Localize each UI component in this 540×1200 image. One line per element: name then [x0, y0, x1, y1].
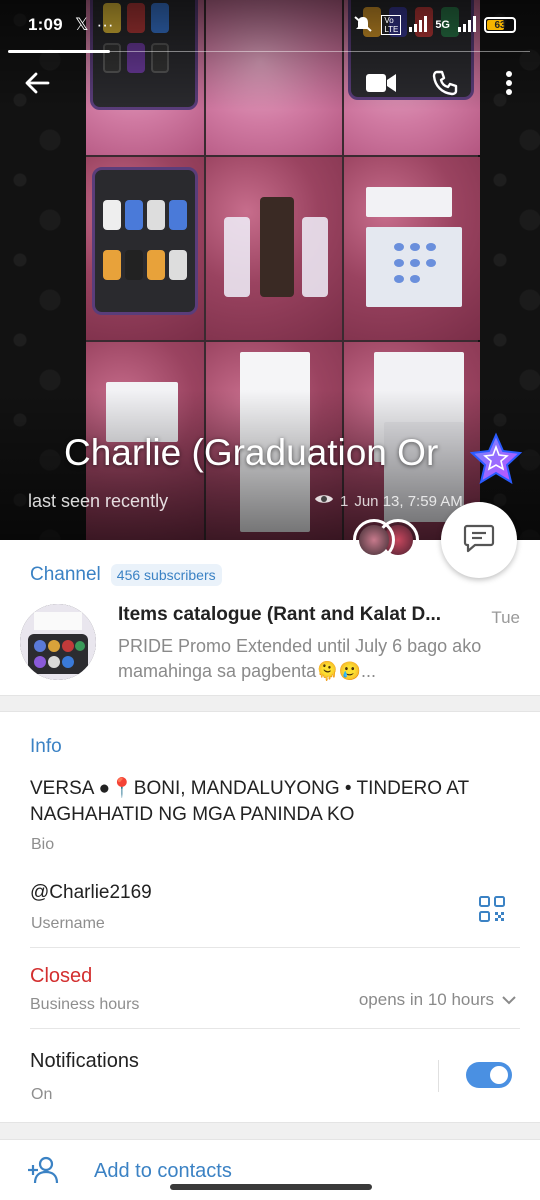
subscriber-count: 456 subscribers	[110, 564, 222, 586]
story-avatars[interactable]	[353, 519, 423, 563]
more-menu-icon[interactable]	[492, 66, 526, 100]
add-to-contacts-label: Add to contacts	[94, 1160, 232, 1182]
message-button[interactable]	[441, 502, 517, 578]
info-title: Info	[30, 736, 62, 757]
username-label: Username	[31, 915, 105, 932]
photo-tile	[206, 157, 342, 340]
app-bar	[0, 58, 540, 108]
opens-in-text: opens in 10 hours	[358, 990, 494, 1009]
back-arrow-icon[interactable]	[20, 66, 54, 100]
channel-label: Channel	[30, 564, 101, 585]
story-time: Jun 13, 7:59 AM	[354, 492, 463, 510]
premium-star-icon[interactable]	[468, 432, 524, 488]
status-progress-track	[110, 51, 530, 52]
signal-icon-2	[458, 15, 476, 35]
row-divider	[30, 947, 520, 948]
username[interactable]: @Charlie2169	[30, 882, 152, 904]
mute-icon	[353, 15, 373, 36]
photo-tile	[344, 157, 480, 340]
video-call-icon[interactable]	[364, 66, 398, 100]
battery-icon: 63	[484, 17, 516, 33]
x-logo-icon: 𝕏	[74, 15, 89, 34]
channel-last-post-day: Tue	[491, 608, 520, 627]
qr-code-icon[interactable]	[479, 896, 505, 922]
network-type: 5G	[435, 19, 450, 31]
vertical-separator	[438, 1060, 439, 1092]
bio-label: Bio	[31, 836, 55, 853]
signal-icon	[409, 15, 428, 35]
toggle-knob	[488, 1064, 510, 1086]
channel-name: Items catalogue (Rant and Kalat D...	[118, 604, 442, 625]
row-divider	[30, 1028, 520, 1029]
status-bar: 1:09 𝕏 ··· Vo LTE 5G 63	[0, 0, 540, 50]
channel-avatar[interactable]	[20, 604, 96, 680]
phone-call-icon[interactable]	[428, 66, 462, 100]
more-dots-icon: ···	[96, 15, 114, 34]
last-seen-status: last seen recently	[28, 491, 169, 511]
profile-name-container: Charlie (Graduation Or	[64, 432, 466, 488]
info-section: Info VERSA ●📍BONI, MANDALUYONG • TINDERO…	[0, 712, 540, 1122]
channel-preview: PRIDE Promo Extended until July 6 bago a…	[118, 636, 482, 681]
notifications-label[interactable]: Notifications	[30, 1050, 139, 1073]
section-divider	[0, 695, 540, 712]
status-time: 1:09	[28, 15, 63, 34]
bio-text[interactable]: VERSA ●📍BONI, MANDALUYONG • TINDERO AT N…	[30, 776, 520, 828]
eye-icon	[314, 492, 334, 510]
add-to-contacts-row[interactable]: Add to contacts	[0, 1140, 540, 1200]
story-meta: 1 Jun 13, 7:59 AM	[314, 492, 463, 510]
business-status[interactable]: Closed	[30, 965, 92, 988]
status-progress-bar	[8, 50, 110, 53]
chat-bubble-icon	[463, 523, 495, 558]
story-views: 1	[340, 492, 349, 510]
notifications-state: On	[31, 1086, 53, 1103]
story-avatar[interactable]	[353, 519, 395, 561]
photo-tile	[86, 157, 204, 340]
add-person-icon	[28, 1156, 60, 1184]
profile-header: 1:09 𝕏 ··· Vo LTE 5G 63 Charlie (Graduat…	[0, 0, 540, 540]
volte-badge: Vo LTE	[381, 15, 402, 35]
notifications-toggle[interactable]	[466, 1062, 512, 1088]
opens-in-dropdown[interactable]: opens in 10 hours	[359, 990, 516, 1010]
profile-name: Charlie (Graduation Or	[64, 432, 439, 473]
section-divider	[0, 1122, 540, 1140]
chevron-down-icon	[502, 990, 516, 1010]
business-hours-label: Business hours	[30, 996, 140, 1013]
home-indicator[interactable]	[170, 1184, 372, 1190]
